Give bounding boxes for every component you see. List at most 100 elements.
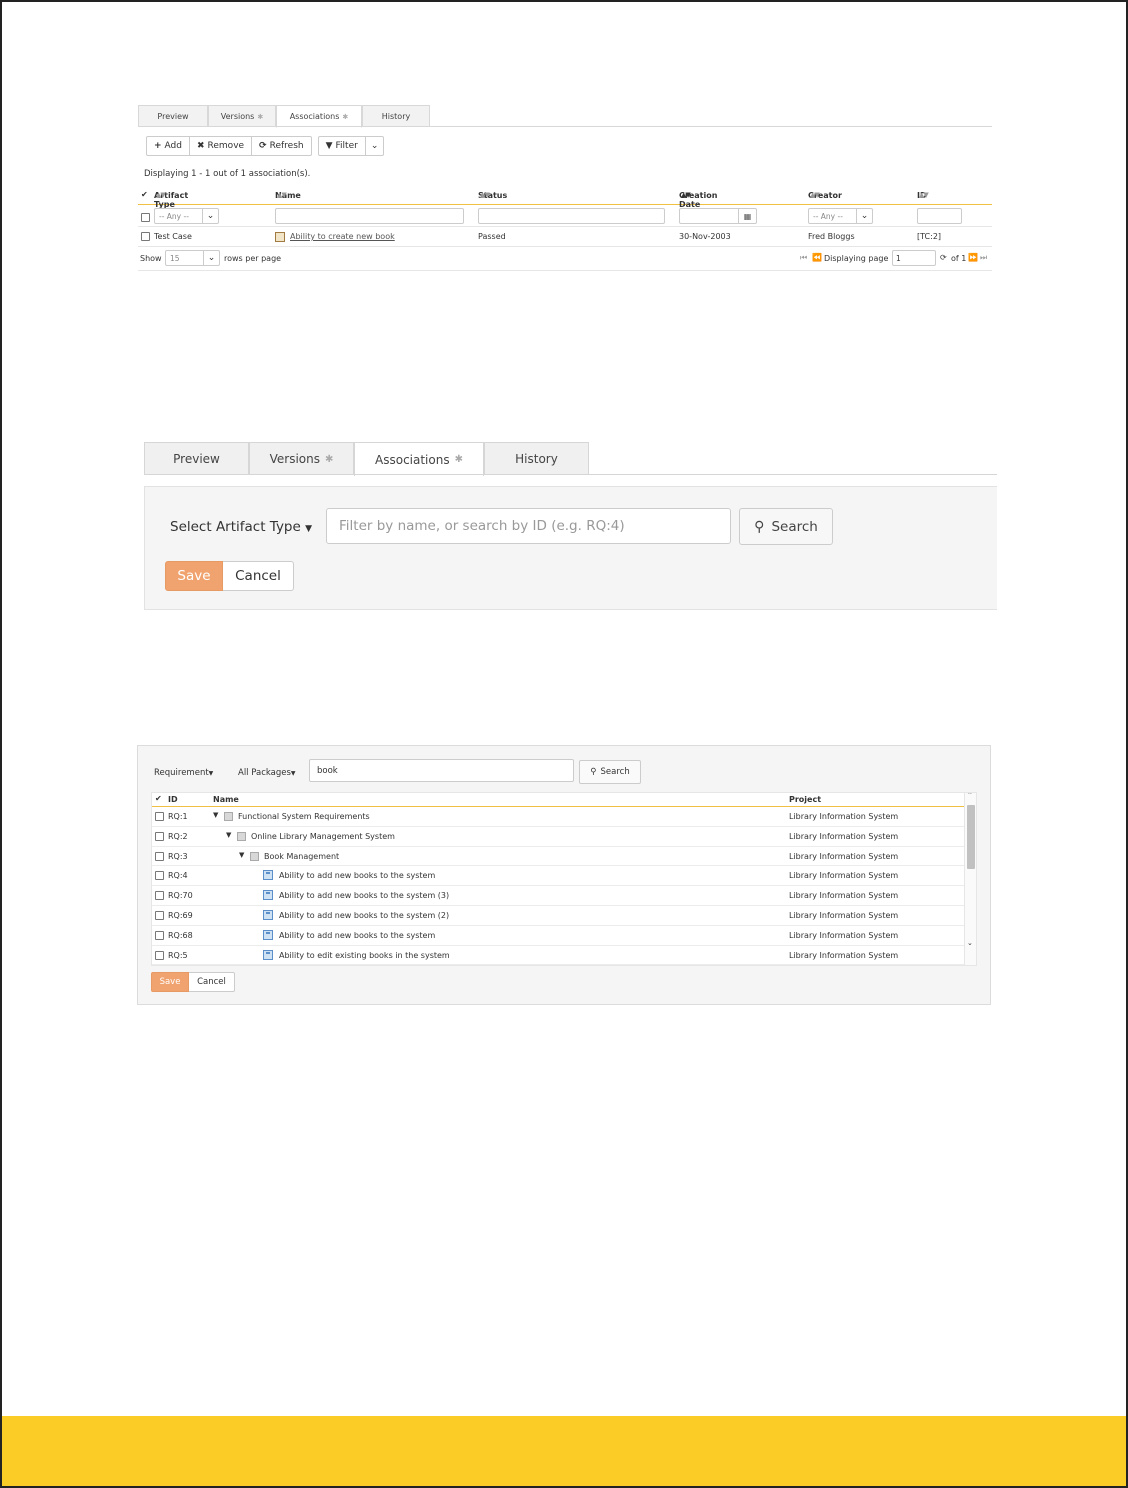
table-row[interactable]: RQ:1 ▼ Functional System Requirements Libra… xyxy=(152,807,976,827)
row-checkbox[interactable] xyxy=(155,851,164,861)
select-all-checkbox[interactable] xyxy=(141,213,150,222)
tab-versions[interactable]: Versions ✱ xyxy=(208,105,276,127)
filter-search-input[interactable]: Filter by name, or search by ID (e.g. RQ… xyxy=(326,508,731,544)
row-name: Online Library Management System xyxy=(251,831,395,841)
id-filter-input[interactable] xyxy=(917,208,962,224)
sort-icon: ▲▼ xyxy=(480,191,490,199)
rows-per-page-label: rows per page xyxy=(224,254,282,263)
col-id: ID xyxy=(168,795,178,804)
search-input[interactable]: book xyxy=(309,759,574,782)
scrollbar[interactable]: ⌃ ⌄ xyxy=(964,793,976,965)
asterisk-icon: ✱ xyxy=(257,112,264,121)
row-checkbox[interactable] xyxy=(155,831,164,841)
row-checkbox[interactable] xyxy=(141,232,150,241)
table-row[interactable]: RQ:68 Ability to add new books to the sys… xyxy=(152,926,976,946)
tab-label: Preview xyxy=(173,452,220,466)
col-name: Name xyxy=(213,795,239,804)
rows-per-page-select[interactable]: 15 ⌄ xyxy=(165,250,220,266)
save-button[interactable]: Save xyxy=(165,561,223,591)
tab-history[interactable]: History xyxy=(362,105,430,127)
select-all-check-icon[interactable]: ✔ xyxy=(141,190,148,199)
search-icon: ⚲ xyxy=(590,767,597,777)
expand-toggle-icon[interactable]: ▼ xyxy=(239,851,244,859)
row-id: RQ:70 xyxy=(168,891,193,901)
table-row[interactable]: Test Case Ability to create new book Pas… xyxy=(138,227,992,247)
refresh-icon[interactable]: ⟳ xyxy=(940,253,947,262)
remove-button[interactable]: ✖ Remove xyxy=(190,137,253,155)
table-row[interactable]: RQ:5 Ability to edit existing books in th… xyxy=(152,946,976,965)
artifact-type-dropdown[interactable]: Select Artifact Type ▼ xyxy=(170,519,312,535)
row-artifact-type: Test Case xyxy=(154,232,192,241)
cancel-button[interactable]: Cancel xyxy=(223,561,294,591)
add-button[interactable]: + Add xyxy=(147,137,190,155)
first-page-icon[interactable]: ⏮ xyxy=(800,253,807,263)
remove-label: Remove xyxy=(207,141,245,151)
displaying-page-label: Displaying page xyxy=(824,254,889,263)
row-project: Library Information System xyxy=(789,851,899,861)
search-label: Search xyxy=(771,518,818,535)
edit-button-group: + Add ✖ Remove ⟳ Refresh xyxy=(146,136,312,156)
expand-toggle-icon[interactable]: ▼ xyxy=(226,831,231,839)
tab-preview[interactable]: Preview xyxy=(138,105,208,127)
row-name: Ability to add new books to the system xyxy=(279,930,436,940)
page-value: 1 xyxy=(896,253,901,263)
tab-versions[interactable]: Versions ✱ xyxy=(249,442,354,475)
scroll-up-icon[interactable]: ⌃ xyxy=(967,793,973,799)
select-all-check-icon[interactable]: ✔ xyxy=(155,794,162,803)
table-row[interactable]: RQ:4 Ability to add new books to the syst… xyxy=(152,866,976,887)
page-number-input[interactable]: 1 xyxy=(892,250,936,266)
tab-divider xyxy=(144,474,997,475)
filter-dropdown-button[interactable]: ⌄ xyxy=(366,137,384,155)
row-name: Ability to add new books to the system (… xyxy=(279,910,450,920)
row-status: Passed xyxy=(478,232,506,241)
scroll-down-icon[interactable]: ⌄ xyxy=(967,939,973,947)
row-checkbox[interactable] xyxy=(155,812,164,821)
previous-page-icon[interactable]: ⏪ xyxy=(812,253,822,262)
requirement-icon xyxy=(263,890,273,901)
plus-icon: + xyxy=(154,141,162,151)
table-row[interactable]: RQ:3 ▼ Book Management Library Information … xyxy=(152,847,976,867)
asterisk-icon: ✱ xyxy=(454,454,463,465)
table-row[interactable]: RQ:2 ▼ Online Library Management System Lib… xyxy=(152,827,976,847)
tab-associations[interactable]: Associations ✱ xyxy=(354,442,484,476)
calendar-icon[interactable]: ▦ xyxy=(738,209,756,223)
folder-icon xyxy=(224,812,233,821)
tab-bar: Preview Versions ✱ Associations ✱ History xyxy=(138,105,430,128)
status-filter-input[interactable] xyxy=(478,208,665,224)
row-checkbox[interactable] xyxy=(155,930,164,940)
row-checkbox[interactable] xyxy=(155,910,164,920)
artifact-type-filter[interactable]: -- Any -- ⌄ xyxy=(154,208,219,224)
last-page-icon[interactable]: ⏭ xyxy=(980,253,987,263)
scrollbar-thumb[interactable] xyxy=(967,805,975,869)
creator-filter[interactable]: -- Any -- ⌄ xyxy=(808,208,873,224)
close-icon: ✖ xyxy=(196,141,205,151)
row-checkbox[interactable] xyxy=(155,871,164,881)
table-row[interactable]: RQ:69 Ability to add new books to the sys… xyxy=(152,906,976,926)
next-page-icon[interactable]: ⏩ xyxy=(968,253,978,262)
page-count: of 1 xyxy=(951,254,967,263)
table-row[interactable]: RQ:70 Ability to add new books to the sys… xyxy=(152,886,976,906)
cancel-button[interactable]: Cancel xyxy=(189,972,235,992)
row-checkbox[interactable] xyxy=(155,950,164,960)
sort-desc-icon: ▲▼ xyxy=(681,191,691,199)
expand-toggle-icon[interactable]: ▼ xyxy=(213,811,218,819)
search-button[interactable]: ⚲ Search xyxy=(579,760,641,784)
tab-label: Preview xyxy=(157,112,189,121)
filter-button[interactable]: ▼ Filter xyxy=(319,137,366,155)
filter-value: -- Any -- xyxy=(813,211,843,221)
save-button[interactable]: Save xyxy=(151,972,189,992)
packages-dropdown[interactable]: All Packages▼ xyxy=(238,768,296,778)
row-checkbox[interactable] xyxy=(155,891,164,901)
refresh-button[interactable]: ⟳ Refresh xyxy=(252,137,311,155)
row-id: RQ:68 xyxy=(168,930,193,940)
search-button[interactable]: ⚲ Search xyxy=(739,508,833,545)
row-name-link[interactable]: Ability to create new book xyxy=(290,232,395,241)
tab-history[interactable]: History xyxy=(484,442,589,475)
test-case-icon xyxy=(275,232,285,244)
date-filter-input[interactable]: ▦ xyxy=(679,208,757,224)
refresh-icon: ⟳ xyxy=(259,141,267,151)
tab-associations[interactable]: Associations ✱ xyxy=(276,105,362,128)
tab-preview[interactable]: Preview xyxy=(144,442,249,475)
artifact-type-dropdown[interactable]: Requirement▼ xyxy=(154,768,213,778)
name-filter-input[interactable] xyxy=(275,208,464,224)
